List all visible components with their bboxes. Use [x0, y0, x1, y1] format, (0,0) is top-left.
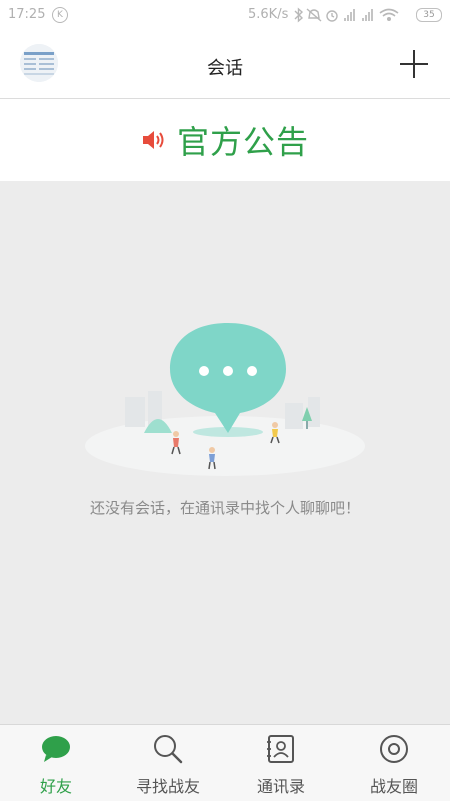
contacts-icon	[267, 735, 294, 763]
bluetooth-icon	[294, 7, 304, 23]
tab-find-comrades[interactable]: 寻找战友	[112, 725, 224, 801]
add-button[interactable]	[398, 48, 430, 80]
tab-comrade-circle[interactable]: 战友圈	[338, 725, 450, 801]
search-icon	[154, 735, 183, 764]
mute-icon	[306, 8, 322, 22]
notice-text: 官方公告	[176, 123, 309, 161]
status-icons	[292, 6, 410, 28]
battery-icon: 35	[416, 8, 442, 22]
signal-icon-1	[344, 9, 355, 21]
bottom-tab-bar: 好友 寻找战友 通讯录 战友圈	[0, 724, 450, 801]
page-title: 会话	[207, 58, 243, 79]
official-notice-banner[interactable]: 官方公告	[0, 99, 450, 181]
empty-state-message: 还没有会话，在通讯录中找个人聊聊吧！	[89, 499, 360, 517]
speaker-icon	[142, 131, 164, 149]
empty-chat-illustration	[85, 323, 365, 476]
tab-contacts-label: 通讯录	[256, 777, 305, 796]
wifi-icon	[379, 8, 399, 22]
circle-icon	[380, 735, 408, 763]
status-time: 17:25	[8, 7, 46, 22]
chat-bubble-icon	[42, 736, 70, 762]
empty-conversation-area: 还没有会话，在通讯录中找个人聊聊吧！	[0, 181, 450, 724]
signal-icon-2	[362, 9, 373, 21]
alarm-icon	[326, 10, 338, 22]
tab-friends[interactable]: 好友	[0, 725, 112, 801]
tab-comrade-circle-label: 战友圈	[369, 777, 418, 796]
tab-find-comrades-label: 寻找战友	[135, 777, 200, 796]
status-bar: 17:25 K 5.6K/s 35	[0, 0, 450, 30]
k-badge-icon: K	[52, 7, 68, 23]
plus-icon	[400, 50, 428, 78]
tab-contacts[interactable]: 通讯录	[225, 725, 337, 801]
header-bar: 会话	[0, 30, 450, 99]
tab-friends-label: 好友	[39, 777, 72, 796]
net-speed: 5.6K/s	[248, 7, 289, 22]
